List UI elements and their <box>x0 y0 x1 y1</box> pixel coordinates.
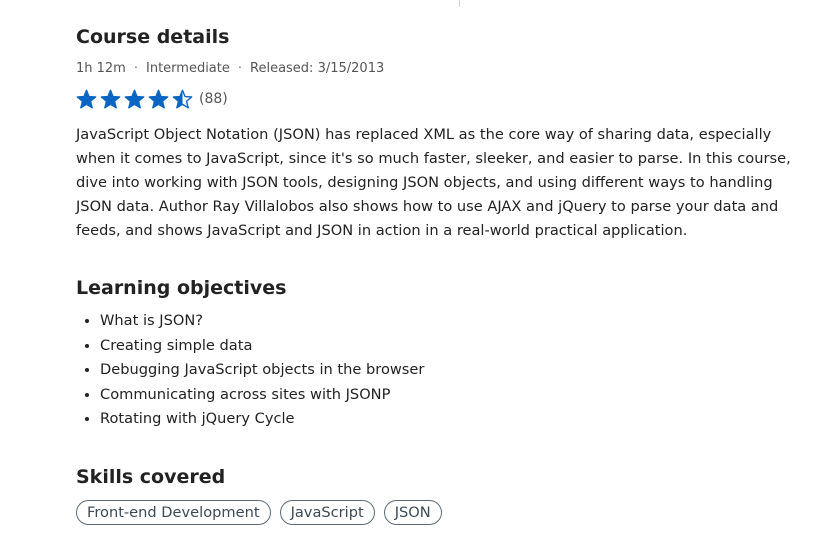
course-level: Intermediate <box>146 60 230 76</box>
objective-item: Creating simple data <box>100 334 816 359</box>
content-column: Course details 1h 12m · Intermediate · R… <box>76 26 816 525</box>
skill-pill-json[interactable]: JSON <box>383 499 442 525</box>
objective-item: Communicating across sites with JSONP <box>100 383 816 408</box>
objective-item: Debugging JavaScript objects in the brow… <box>100 358 816 383</box>
meta-separator: · <box>133 60 138 76</box>
course-description: JavaScript Object Notation (JSON) has re… <box>76 126 791 239</box>
skill-pill-front-end-development[interactable]: Front-end Development <box>76 499 271 525</box>
skill-pill-javascript[interactable]: JavaScript <box>279 499 375 525</box>
objective-item: Rotating with jQuery Cycle <box>100 407 816 432</box>
star-full-icon <box>76 89 97 109</box>
skills-covered-heading: Skills covered <box>76 465 226 488</box>
course-release-date: Released: 3/15/2013 <box>250 60 385 76</box>
learning-objectives-heading: Learning objectives <box>76 277 287 299</box>
star-half-icon <box>172 89 193 109</box>
course-duration: 1h 12m <box>76 60 126 76</box>
meta-separator: · <box>237 60 243 76</box>
star-full-icon <box>124 89 145 109</box>
objective-item: What is JSON? <box>100 309 816 334</box>
course-details-heading: Course details <box>76 26 230 48</box>
star-full-icon <box>148 89 169 109</box>
rating-stars <box>76 89 196 110</box>
course-rating[interactable]: (88) <box>76 87 816 111</box>
learning-objectives-list: What is JSON? Creating simple data Debug… <box>76 309 816 432</box>
skills-list: Front-end Development JavaScript JSON <box>76 499 816 525</box>
course-meta: 1h 12m · Intermediate · Released: 3/15/2… <box>76 59 816 77</box>
star-full-icon <box>100 89 121 109</box>
course-details-page: Course details 1h 12m · Intermediate · R… <box>0 0 837 554</box>
top-divider <box>459 0 460 7</box>
rating-count[interactable]: (88) <box>199 91 228 107</box>
